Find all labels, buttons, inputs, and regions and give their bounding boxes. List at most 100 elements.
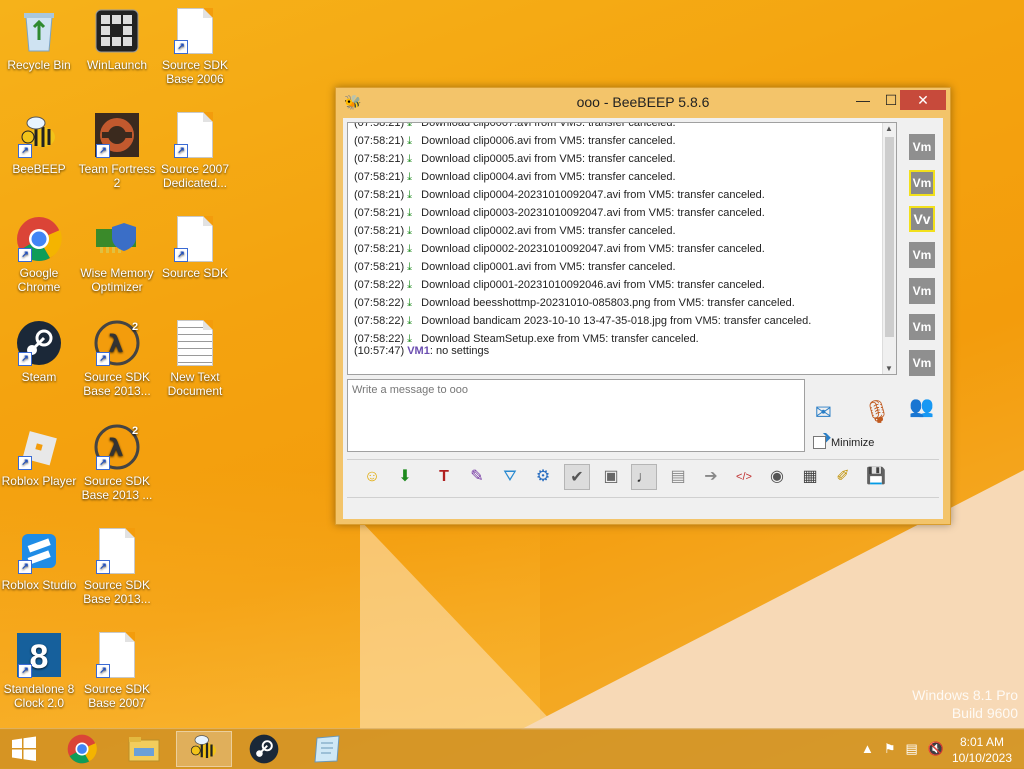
half-life-icon: λ2 ↗ [94, 320, 140, 366]
screenshot-icon[interactable]: ▦ [797, 464, 823, 490]
html-code-icon[interactable]: </> [731, 464, 757, 490]
chat-time: (07:58:21) [354, 153, 405, 165]
desktop-icon-google-chrome[interactable]: ↗ Google Chrome [0, 216, 78, 294]
color-palette-icon[interactable]: ✎ [464, 464, 490, 490]
download-arrow-icon: ⤓ [407, 189, 413, 201]
dictionary-icon[interactable]: ▣ [598, 464, 624, 490]
minimize-window-button[interactable]: — [848, 90, 878, 110]
download-icon[interactable]: ⬇ [392, 464, 418, 490]
svg-text:2: 2 [132, 321, 138, 333]
desktop-icon-steam[interactable]: ↗ Steam [0, 320, 78, 384]
desktop-icon-source-2007-dedicated[interactable]: ↗ Source 2007 Dedicated... [156, 112, 234, 190]
chat-time: (07:58:21) [354, 261, 405, 273]
recycle-bin-icon [16, 8, 62, 54]
users-group-icon[interactable]: 👥 [909, 394, 939, 422]
file-icon: ↗ [172, 216, 218, 262]
save-icon[interactable]: 💾 [863, 464, 889, 490]
filter-icon[interactable]: ⛛ [497, 464, 523, 490]
scroll-up-icon[interactable]: ▲ [885, 124, 893, 133]
chat-line-last: (10:57:47) VM1: no settings [354, 345, 489, 357]
windows-logo-icon [12, 736, 36, 761]
minimize-checkbox-row[interactable]: Minimize [813, 436, 874, 449]
svg-text:λ: λ [108, 330, 123, 358]
watermark-edition: Windows 8.1 Pro [912, 687, 1018, 703]
download-arrow-icon: ⤓ [407, 261, 413, 273]
chat-log[interactable]: (07:58:21) ⤓ Download clip0007.avi from VM… [347, 122, 897, 375]
taskbar-chrome[interactable] [54, 731, 110, 767]
desktop-icon-wise-memory-optimizer[interactable]: Wise Memory Optimizer [78, 216, 156, 294]
chat-time: (07:58:21) [354, 225, 405, 237]
user-avatar-3[interactable]: Vv [909, 206, 935, 232]
desktop-icon-roblox-studio[interactable]: ↗ Roblox Studio [0, 528, 78, 592]
desktop-icon-standalone-clock[interactable]: 8 ↗ Standalone 8 Clock 2.0 [0, 632, 78, 710]
download-arrow-icon: ⤓ [407, 243, 413, 255]
record-icon[interactable]: ◉ [764, 464, 790, 490]
message-input[interactable]: Write a message to ooo [347, 379, 805, 452]
microphone-icon[interactable]: 🎙 [863, 399, 891, 429]
download-arrow-icon: ⤓ [407, 297, 413, 309]
note-icon[interactable]: ✐ [830, 464, 856, 490]
user-avatar-7[interactable]: Vm [909, 350, 935, 376]
desktop-icon-beebeep[interactable]: ↗ BeeBEEP [0, 112, 78, 176]
chat-text: Download clip0004.avi from VM5: transfer… [421, 171, 676, 183]
action-center-flag-icon[interactable]: ⚑ [884, 741, 896, 757]
start-button[interactable] [0, 731, 48, 767]
user-avatar-1[interactable]: Vm [909, 134, 935, 160]
file-icon: ↗ [94, 528, 140, 574]
desktop-icon-winlaunch[interactable]: WinLaunch [78, 8, 156, 72]
forward-icon[interactable]: ➔ [698, 464, 724, 490]
taskbar-file-explorer[interactable] [116, 731, 172, 767]
settings-gear-icon[interactable]: ⚙ [530, 464, 556, 490]
taskbar-steam[interactable] [236, 731, 292, 767]
desktop-icon-source-sdk-base-2013-a[interactable]: λ2 ↗ Source SDK Base 2013... [78, 320, 156, 398]
desktop-icon-source-sdk-base-2013-c[interactable]: ↗ Source SDK Base 2013... [78, 528, 156, 606]
taskbar-beebeep[interactable] [176, 731, 232, 767]
show-hidden-icons-icon[interactable]: ▲ [861, 741, 874, 757]
send-message-icon[interactable]: ✉➔ [815, 400, 847, 449]
windows-watermark: Windows 8.1 Pro Build 9600 [912, 686, 1018, 722]
desktop-icon-label: Source SDK Base 2006 [161, 58, 229, 86]
user-avatar-6[interactable]: Vm [909, 314, 935, 340]
volume-muted-icon[interactable]: 🔇 [928, 741, 944, 757]
minimize-checkbox[interactable] [813, 436, 826, 449]
taskbar-notepad[interactable] [300, 731, 356, 767]
desktop-icon-source-sdk-base-2007[interactable]: ↗ Source SDK Base 2007 [78, 632, 156, 710]
desktop-icon-label: BeeBEEP [12, 162, 66, 176]
memory-chip-icon [94, 216, 140, 262]
chat-text: Download clip0001-20231010092046.avi fro… [421, 279, 765, 291]
emoticon-icon[interactable]: ☺ [359, 464, 385, 490]
desktop-icon-label: Google Chrome [17, 266, 61, 294]
desktop-icon-roblox-player[interactable]: ↗ Roblox Player [0, 424, 78, 488]
spellcheck-icon[interactable]: ✔ [564, 464, 590, 490]
shortcut-arrow-icon: ↗ [18, 144, 32, 158]
font-icon[interactable]: T [431, 464, 457, 490]
user-avatar-5[interactable]: Vm [909, 278, 935, 304]
close-window-button[interactable]: ✕ [900, 90, 946, 110]
document-icon[interactable]: ▤ [665, 464, 691, 490]
desktop-icon-source-sdk-base-2006[interactable]: ↗ Source SDK Base 2006 [156, 8, 234, 86]
window-titlebar[interactable]: 🐝 ooo - BeeBEEP 5.8.6 — ☐ ✕ [336, 88, 950, 116]
sound-note-icon[interactable]: ♩ [631, 464, 657, 490]
chat-scrollbar[interactable]: ▲ ▼ [882, 123, 896, 374]
desktop-icon-new-text-document[interactable]: New Text Document [156, 320, 234, 398]
desktop-icon-label: Source SDK [161, 266, 229, 280]
shortcut-arrow-icon: ↗ [96, 352, 110, 366]
scroll-down-icon[interactable]: ▼ [885, 364, 893, 373]
desktop-icon-source-sdk-base-2013-b[interactable]: λ2 ↗ Source SDK Base 2013 ... [78, 424, 156, 502]
shortcut-arrow-icon: ↗ [18, 352, 32, 366]
user-avatar-4[interactable]: Vm [909, 242, 935, 268]
chat-text: Download clip0005.avi from VM5: transfer… [421, 153, 676, 165]
chat-text: Download clip0003-20231010092047.avi fro… [421, 207, 765, 219]
beebeep-window[interactable]: 🐝 ooo - BeeBEEP 5.8.6 — ☐ ✕ (07:58:21) ⤓ D… [335, 87, 951, 525]
network-icon[interactable]: ▤ [906, 741, 918, 757]
desktop-icon-recycle-bin[interactable]: Recycle Bin [0, 8, 78, 72]
download-arrow-icon: ⤓ [407, 171, 413, 183]
desktop-icon-team-fortress-2[interactable]: ↗ Team Fortress 2 [78, 112, 156, 190]
desktop-icon-source-sdk[interactable]: ↗ Source SDK [156, 216, 234, 280]
taskbar-clock[interactable]: 8:01 AM 10/10/2023 [952, 734, 1012, 766]
chat-user[interactable]: VM1 [407, 345, 430, 357]
chat-line: (07:58:22) ⤓ Download clip0001-20231010092… [354, 279, 765, 291]
user-avatar-2[interactable]: Vm [909, 170, 935, 196]
minimize-label: Minimize [831, 436, 875, 449]
scroll-thumb[interactable] [885, 137, 894, 337]
